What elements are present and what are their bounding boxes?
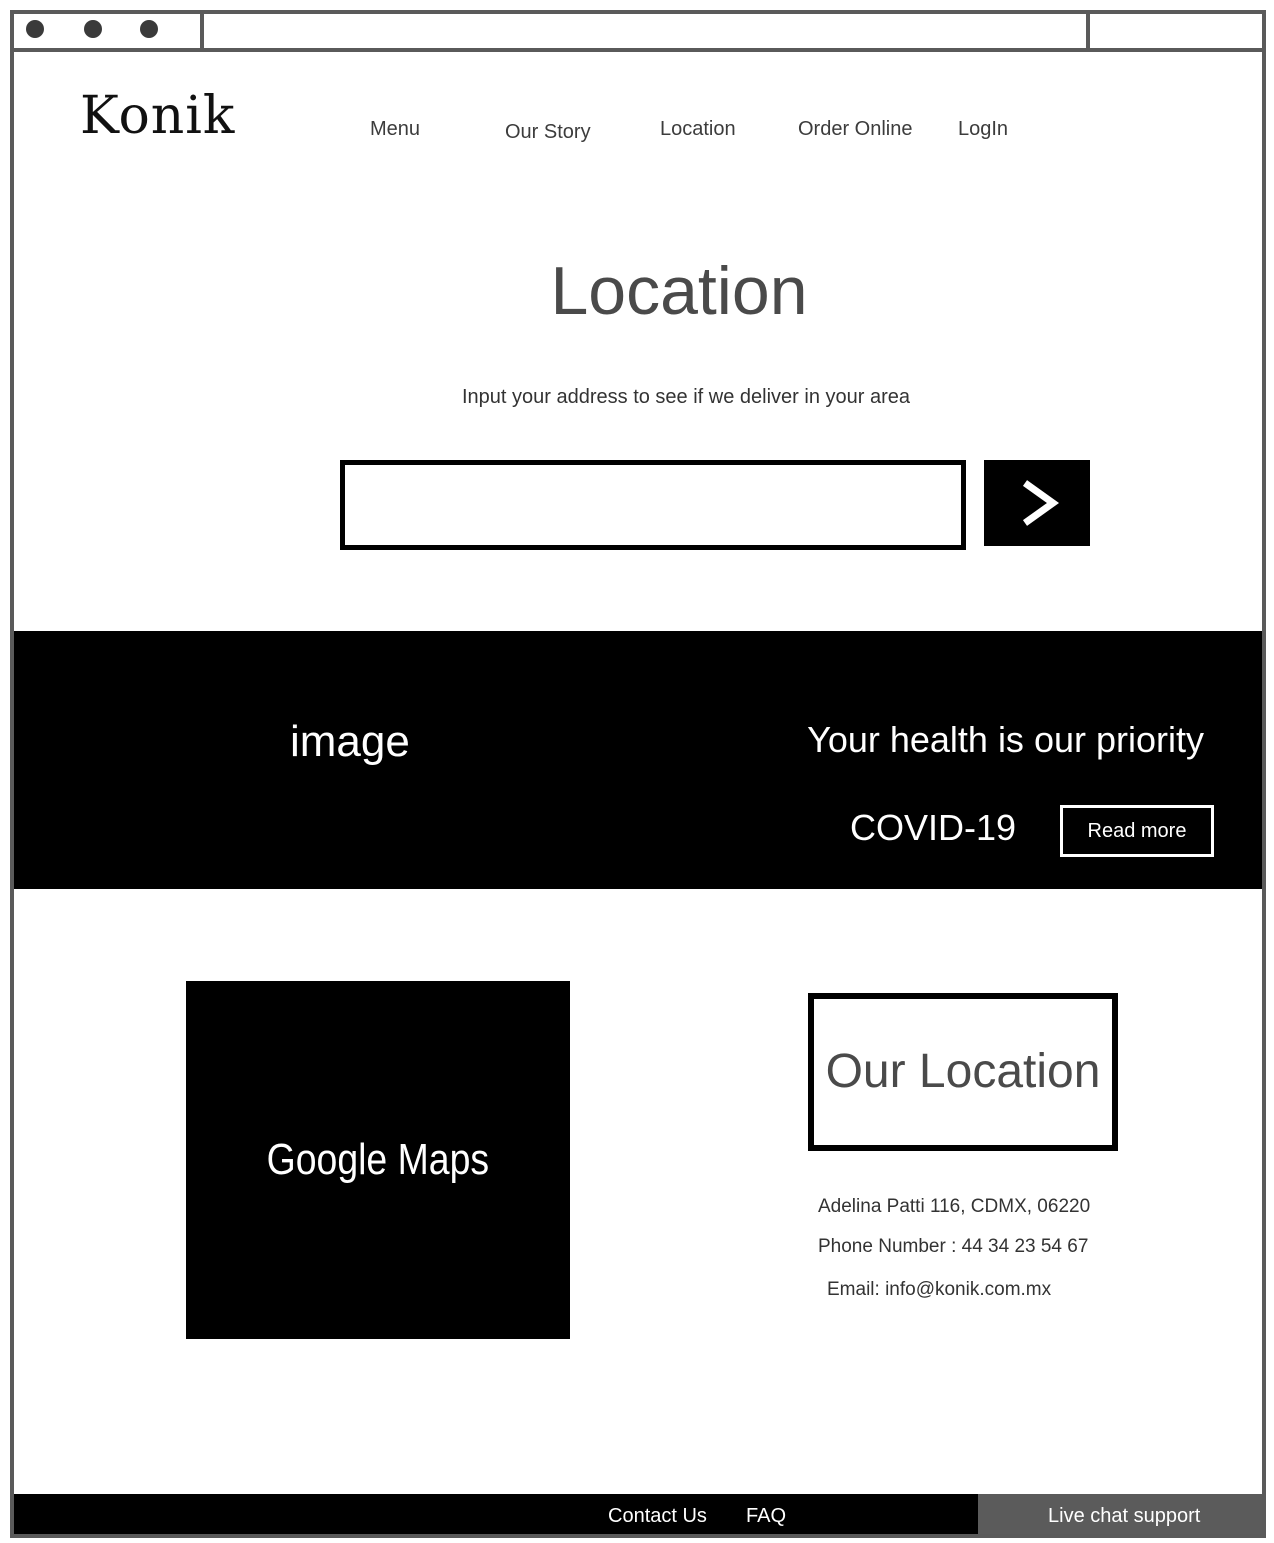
page-title: Location (550, 253, 808, 329)
banner-image-placeholder: image (290, 717, 410, 766)
browser-window: Konik Menu Our Story Location Order Onli… (10, 10, 1266, 1538)
nav-order-online[interactable]: Order Online (798, 118, 913, 141)
map-placeholder-label: Google Maps (266, 1135, 490, 1184)
chevron-right-icon (1022, 480, 1060, 526)
address-text: Adelina Patti 116, CDMX, 06220 (818, 1196, 1091, 1217)
page-subtitle: Input your address to see if we deliver … (461, 386, 911, 408)
read-more-button[interactable]: Read more (1060, 805, 1214, 857)
footer: Contact Us FAQ Live chat support (14, 1494, 1262, 1534)
phone-text: Phone Number : 44 34 23 54 67 (818, 1236, 1089, 1257)
footer-faq-link[interactable]: FAQ (746, 1505, 786, 1528)
nav-location[interactable]: Location (660, 118, 736, 141)
window-maximize-dot[interactable] (140, 20, 158, 38)
address-submit-button[interactable] (984, 460, 1090, 546)
footer-contact-us-link[interactable]: Contact Us (608, 1505, 707, 1528)
browser-address-bar[interactable] (200, 14, 1090, 48)
browser-chrome-bar (14, 14, 1262, 52)
address-input[interactable] (340, 460, 966, 550)
window-minimize-dot[interactable] (84, 20, 102, 38)
covid-banner: image Your health is our priority COVID-… (14, 631, 1262, 889)
covid-label: COVID-19 (850, 807, 1017, 848)
live-chat-label: Live chat support (1048, 1505, 1201, 1527)
nav-login[interactable]: LogIn (958, 118, 1008, 141)
nav-menu[interactable]: Menu (370, 118, 420, 141)
banner-heading: Your health is our priority (807, 719, 1204, 760)
email-text[interactable]: Email: info@konik.com.mx (827, 1279, 1051, 1301)
our-location-heading: Our Location (825, 1044, 1101, 1098)
google-maps-embed[interactable]: Google Maps (186, 981, 570, 1339)
site-logo[interactable]: Konik (80, 86, 235, 146)
window-close-dot[interactable] (26, 20, 44, 38)
our-location-box: Our Location (808, 993, 1118, 1151)
live-chat-button[interactable]: Live chat support (978, 1494, 1262, 1534)
nav-our-story[interactable]: Our Story (505, 121, 591, 144)
